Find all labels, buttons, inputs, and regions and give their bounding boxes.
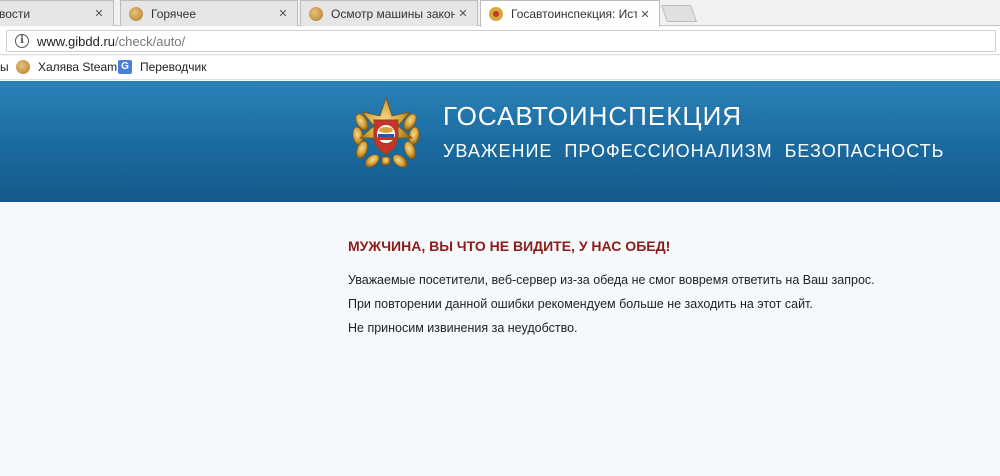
error-line: Не приносим извинения за неудобство.	[348, 321, 578, 335]
url-domain: www.gibdd.ru	[37, 33, 116, 49]
favicon-icon	[129, 6, 143, 21]
tab-label: вости	[0, 6, 31, 21]
close-icon[interactable]: ✕	[91, 7, 107, 20]
bookmark-label: Халява Steam	[38, 60, 118, 74]
close-icon[interactable]: ✕	[637, 8, 653, 21]
url-path: /check/auto/	[115, 33, 186, 49]
info-icon[interactable]: i	[15, 34, 29, 48]
steam-icon	[16, 60, 30, 74]
tab-strip: вости ✕ Горячее ✕ Осмотр машины закон ✕ …	[0, 0, 1000, 27]
tab-hot[interactable]: Горячее ✕	[120, 0, 298, 26]
error-line: Уважаемые посетители, веб-сервер из-за о…	[348, 273, 875, 287]
site-title: ГОСАВТОИНСПЕКЦИЯ	[443, 101, 743, 131]
error-line: При повторении данной ошибки рекомендуем…	[348, 297, 813, 311]
url-text: www.gibdd.ru/check/auto/	[37, 34, 185, 49]
close-icon[interactable]: ✕	[455, 7, 471, 20]
error-title: МУЖЧИНА, ВЫ ЧТО НЕ ВИДИТЕ, У НАС ОБЕД!	[348, 238, 671, 254]
translate-icon: G	[118, 60, 132, 74]
tab-label: Госавтоинспекция: Исто	[511, 7, 637, 21]
gibdd-emblem-icon[interactable]	[350, 94, 422, 172]
tab-label: Горячее	[151, 6, 197, 21]
address-bar: i www.gibdd.ru/check/auto/	[0, 27, 1000, 55]
bookmark-label: ы	[0, 60, 9, 74]
favicon-icon	[309, 6, 323, 21]
bookmark-steam[interactable]: Халява Steam	[16, 60, 117, 74]
error-message: МУЖЧИНА, ВЫ ЧТО НЕ ВИДИТЕ, У НАС ОБЕД! У…	[348, 238, 968, 340]
close-icon[interactable]: ✕	[275, 7, 291, 20]
bookmark-label: Переводчик	[140, 60, 207, 74]
tab-gibdd[interactable]: Госавтоинспекция: Исто ✕	[480, 0, 660, 27]
site-subtitle: УВАЖЕНИЕ ПРОФЕССИОНАЛИЗМ БЕЗОПАСНОСТЬ	[443, 141, 945, 161]
bookmark-translate[interactable]: G Переводчик	[118, 60, 207, 74]
tab-label: Осмотр машины закон	[331, 6, 455, 21]
bookmark-partial[interactable]: ы	[0, 60, 9, 74]
bookmarks-bar: ы Халява Steam G Переводчик	[0, 56, 1000, 80]
emblem-favicon-icon	[489, 7, 503, 21]
site-header: ГОСАВТОИНСПЕКЦИЯ УВАЖЕНИЕ ПРОФЕССИОНАЛИЗ…	[0, 81, 1000, 202]
tab-news[interactable]: вости ✕	[0, 0, 114, 26]
tab-car-inspection[interactable]: Осмотр машины закон ✕	[300, 0, 478, 26]
url-input[interactable]: i www.gibdd.ru/check/auto/	[6, 30, 996, 52]
new-tab-button[interactable]	[660, 5, 698, 22]
